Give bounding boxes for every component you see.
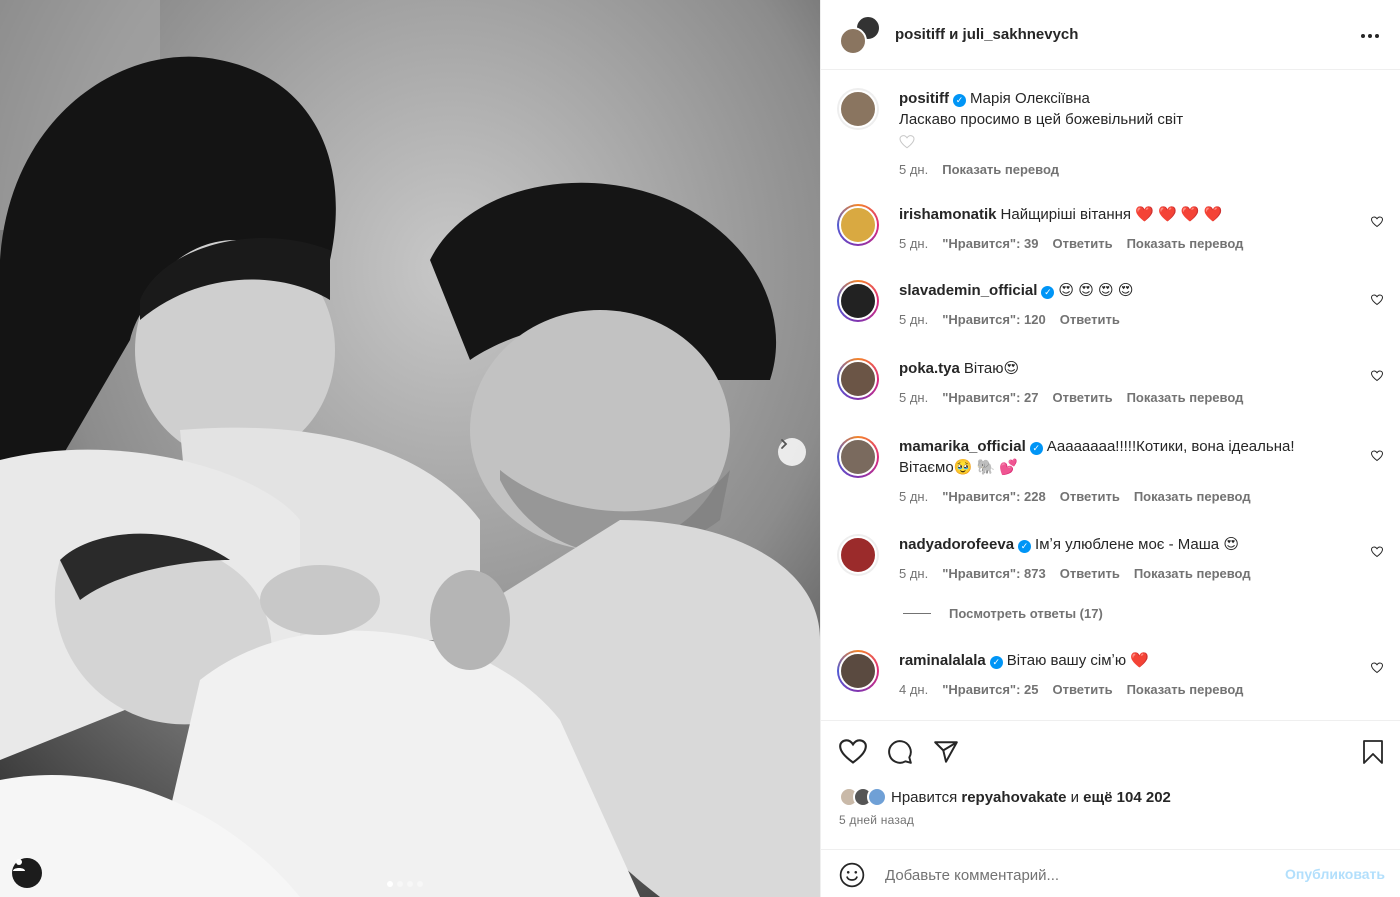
avatar[interactable] (839, 26, 867, 55)
comment-username[interactable]: irishamonatik (899, 206, 997, 223)
comment-time[interactable]: 5 дн. (899, 233, 928, 254)
comment-time[interactable]: 5 дн. (899, 486, 928, 507)
emoji-icon[interactable] (839, 862, 865, 888)
post-date[interactable]: 5 дней назад (839, 813, 914, 827)
comment-likes[interactable]: "Нравится": 120 (942, 309, 1046, 330)
comment-username[interactable]: raminalalala (899, 652, 986, 669)
comment-time[interactable]: 5 дн. (899, 563, 928, 584)
post-comment-button[interactable]: Опубликовать (1285, 866, 1385, 882)
divider (903, 613, 931, 614)
bookmark-icon[interactable] (1361, 739, 1385, 765)
user-tag-icon (13, 859, 25, 871)
avatar[interactable] (837, 358, 879, 400)
likes-summary[interactable]: Нравится repyahovakate и ещё 104 202 (839, 787, 1171, 807)
heart-icon[interactable] (1371, 546, 1383, 558)
collab-avatars[interactable] (837, 14, 881, 55)
reply-button[interactable]: Ответить (1060, 486, 1120, 507)
heart-icon[interactable] (1371, 294, 1383, 306)
view-replies-label[interactable]: Посмотреть ответы (17) (949, 606, 1103, 621)
comment-likes[interactable]: "Нравится": 873 (942, 563, 1046, 584)
photo-illustration (0, 0, 820, 897)
comment-icon[interactable] (887, 739, 913, 765)
translate-link[interactable]: Показать перевод (1134, 563, 1251, 584)
avatar[interactable] (837, 280, 879, 322)
add-comment-bar: Опубликовать (821, 849, 1400, 897)
reply-button[interactable]: Ответить (1060, 309, 1120, 330)
heart-icon[interactable] (1371, 662, 1383, 674)
more-icon (1361, 34, 1379, 38)
translate-link[interactable]: Показать перевод (1127, 233, 1244, 254)
likes-user[interactable]: repyahovakate (961, 789, 1066, 806)
heart-icon[interactable] (1371, 216, 1383, 228)
caption-mention[interactable]: Марія Олексіївна (970, 90, 1090, 107)
next-photo-button[interactable] (778, 438, 806, 466)
carousel-dot (387, 881, 393, 887)
chevron-right-icon (781, 439, 788, 449)
comment-likes[interactable]: "Нравится": 25 (942, 679, 1038, 700)
avatar[interactable] (837, 204, 879, 246)
post-authors[interactable]: positiff и juli_sakhnevych (895, 26, 1078, 43)
verified-icon: ✓ (989, 656, 1003, 669)
likes-prefix: Нравится (891, 788, 958, 806)
comment-likes[interactable]: "Нравится": 39 (942, 233, 1038, 254)
post-actions: Нравится repyahovakate и ещё 104 202 5 д… (821, 720, 1400, 897)
carousel-dot (407, 881, 413, 887)
carousel-dot (417, 881, 423, 887)
comment-likes[interactable]: "Нравится": 27 (942, 387, 1038, 408)
caption-text: Ласкаво просимо в цей божевільний світ (899, 111, 1184, 128)
view-replies-button[interactable]: Посмотреть ответы (17) (903, 606, 1103, 621)
avatar[interactable] (837, 88, 879, 130)
comment-username[interactable]: positiff (899, 90, 949, 107)
like-heart-icon[interactable] (839, 739, 867, 765)
heart-icon[interactable] (1371, 450, 1383, 462)
verified-icon: ✓ (953, 94, 966, 107)
avatar[interactable] (837, 436, 879, 478)
likes-count[interactable]: ещё 104 202 (1083, 789, 1171, 806)
comment-time[interactable]: 4 дн. (899, 679, 928, 700)
heart-icon[interactable] (899, 135, 915, 149)
share-icon[interactable] (933, 739, 959, 765)
comment-time[interactable]: 5 дн. (899, 159, 928, 180)
comment-text: 😍 😍 😍 😍 (1058, 282, 1134, 299)
likes-text[interactable]: Нравится repyahovakate и ещё 104 202 (891, 789, 1171, 806)
translate-link[interactable]: Показать перевод (1134, 486, 1251, 507)
translate-link[interactable]: Показать перевод (1127, 679, 1244, 700)
carousel-dots (387, 881, 423, 887)
avatar (867, 787, 887, 807)
verified-icon: ✓ (1018, 540, 1032, 553)
more-options-button[interactable] (1360, 22, 1380, 45)
comment-username[interactable]: poka.tya (899, 360, 960, 377)
avatar[interactable] (837, 650, 879, 692)
comment-time[interactable]: 5 дн. (899, 309, 928, 330)
comment-text: Вітаю😍 (963, 360, 1020, 377)
reply-button[interactable]: Ответить (1060, 563, 1120, 584)
comment-time[interactable]: 5 дн. (899, 387, 928, 408)
likes-middle: и (1070, 788, 1079, 806)
avatar[interactable] (837, 534, 879, 576)
carousel-dot (397, 881, 403, 887)
reply-button[interactable]: Ответить (1053, 233, 1113, 254)
translate-link[interactable]: Показать перевод (1127, 387, 1244, 408)
comments-list[interactable]: positiff ✓ Марія Олексіївна Ласкаво просим… (821, 70, 1400, 720)
tagged-users-button[interactable] (12, 858, 42, 888)
verified-icon: ✓ (1029, 442, 1043, 455)
heart-icon[interactable] (1371, 370, 1383, 382)
comment-username[interactable]: nadyadorofeeva (899, 536, 1014, 553)
post-side-panel: positiff и juli_sakhnevych positiff ✓ Марі… (820, 0, 1400, 897)
reply-button[interactable]: Ответить (1053, 679, 1113, 700)
post-photo[interactable] (0, 0, 820, 897)
comment-text: Імʼя улюблене моє - Маша 😍 (1035, 536, 1239, 553)
comment-username[interactable]: mamarika_official (899, 438, 1026, 455)
comment-input[interactable] (885, 862, 1285, 888)
translate-link[interactable]: Показать перевод (942, 159, 1059, 180)
post-header: positiff и juli_sakhnevych (821, 0, 1400, 70)
comment-text: Вітаю вашу сімʼю ❤️ (1006, 652, 1149, 669)
comment-text: Найщиріші вітання ❤️ ❤️ ❤️ ❤️ (1000, 206, 1223, 223)
comment-username[interactable]: slavademin_official (899, 282, 1037, 299)
comment-likes[interactable]: "Нравится": 228 (942, 486, 1046, 507)
verified-icon: ✓ (1041, 286, 1055, 299)
reply-button[interactable]: Ответить (1053, 387, 1113, 408)
